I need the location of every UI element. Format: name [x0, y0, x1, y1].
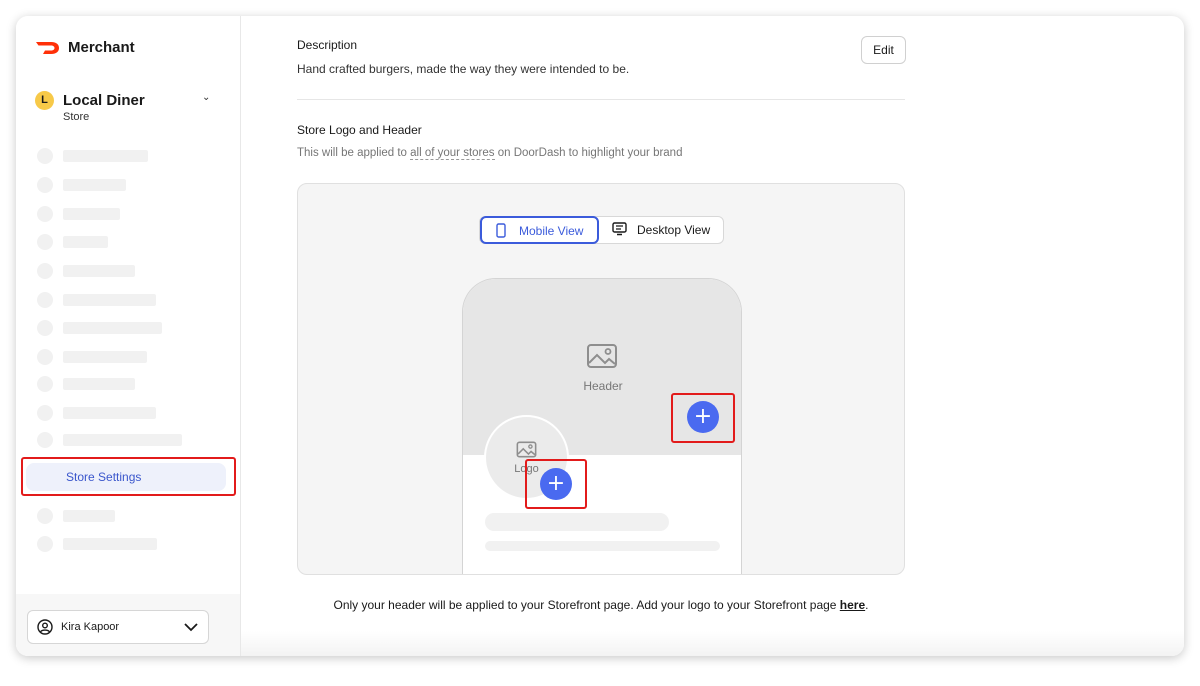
- chevron-down-icon: ⌄: [202, 92, 211, 103]
- store-type: Store: [63, 111, 90, 123]
- user-icon: [37, 619, 53, 635]
- highlight-box: [525, 459, 587, 509]
- mobile-view-label: Mobile View: [519, 224, 584, 238]
- mobile-view-button[interactable]: Mobile View: [480, 216, 599, 244]
- doordash-logo-icon: [36, 41, 59, 54]
- section-help-text: This will be applied to all of your stor…: [297, 147, 683, 160]
- storefront-note: Only your header will be applied to your…: [241, 598, 961, 612]
- user-menu-button[interactable]: Kira Kapoor: [27, 610, 209, 644]
- preview-panel: Mobile View Desktop View Header Logo + +: [297, 183, 905, 575]
- mobile-phone-icon: [496, 223, 506, 238]
- note-end: .: [865, 598, 869, 612]
- sidebar: Merchant L Local Diner Store ⌄ Store Set…: [16, 16, 241, 656]
- edit-button[interactable]: Edit: [861, 36, 906, 64]
- view-toggle: Mobile View Desktop View: [479, 216, 724, 244]
- header-label: Header: [583, 379, 623, 393]
- store-switcher[interactable]: L Local Diner Store ⌄: [35, 91, 215, 127]
- note-text: Only your header will be applied to your…: [333, 598, 840, 612]
- divider: [297, 99, 905, 100]
- storefront-link[interactable]: here: [840, 598, 865, 612]
- scroll-fade: [241, 631, 1184, 656]
- description-label: Description: [297, 38, 358, 52]
- desktop-icon: [612, 222, 627, 236]
- help-prefix: This will be applied to: [297, 147, 411, 159]
- help-suffix: on DoorDash to highlight your brand: [494, 147, 683, 159]
- user-area: Kira Kapoor: [16, 594, 240, 656]
- image-icon: [587, 344, 617, 368]
- user-name: Kira Kapoor: [61, 621, 120, 633]
- store-avatar: L: [35, 91, 54, 110]
- section-title: Store Logo and Header: [297, 123, 422, 137]
- main-content: Description Hand crafted burgers, made t…: [241, 16, 1184, 656]
- text-placeholder: [485, 541, 720, 551]
- text-placeholder: [485, 513, 669, 531]
- desktop-view-button[interactable]: Desktop View: [598, 217, 724, 243]
- highlight-box: [671, 393, 735, 443]
- brand[interactable]: Merchant: [36, 39, 135, 56]
- all-stores-link[interactable]: all of your stores: [410, 147, 495, 160]
- store-name: Local Diner: [63, 92, 145, 109]
- brand-name: Merchant: [68, 39, 135, 56]
- description-text: Hand crafted burgers, made the way they …: [297, 62, 630, 76]
- app-window: Merchant L Local Diner Store ⌄ Store Set…: [16, 16, 1184, 656]
- highlight-box: [21, 457, 236, 496]
- image-icon: [516, 441, 537, 458]
- desktop-view-label: Desktop View: [637, 223, 711, 237]
- chevron-down-icon: [184, 623, 198, 632]
